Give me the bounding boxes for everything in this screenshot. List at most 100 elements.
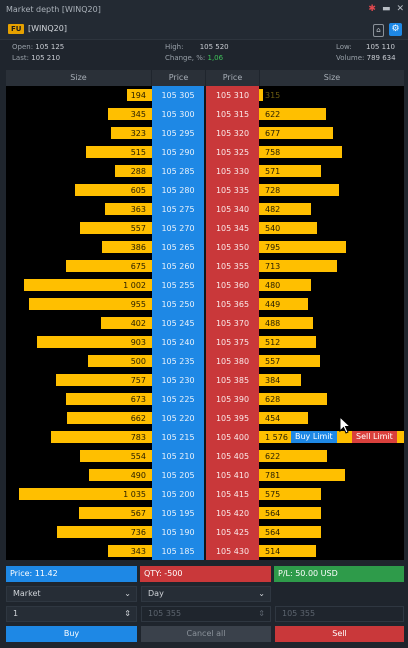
ask-size-cell[interactable]: 564 bbox=[265, 523, 365, 542]
bid-price-cell[interactable]: 105 300 bbox=[152, 105, 204, 124]
ask-price-cell[interactable]: 105 400 bbox=[206, 428, 259, 447]
bid-size-cell[interactable]: 736 bbox=[6, 523, 146, 542]
ask-size-cell[interactable]: 622 bbox=[265, 105, 365, 124]
ask-size-cell[interactable]: 677 bbox=[265, 124, 365, 143]
ask-price-cell[interactable]: 105 315 bbox=[206, 105, 259, 124]
ask-price-cell[interactable]: 105 310 bbox=[206, 86, 259, 105]
ask-price-cell[interactable]: 105 340 bbox=[206, 200, 259, 219]
ask-size-cell[interactable]: 628 bbox=[265, 390, 365, 409]
instrument-name[interactable]: [WINQ20] bbox=[28, 24, 67, 33]
bid-size-cell[interactable]: 386 bbox=[6, 238, 146, 257]
bid-price-cell[interactable]: 105 230 bbox=[152, 371, 204, 390]
ask-price-cell[interactable]: 105 415 bbox=[206, 485, 259, 504]
ask-size-cell[interactable]: 540 bbox=[265, 219, 365, 238]
ask-size-cell[interactable]: 781 bbox=[265, 466, 365, 485]
ask-price-cell[interactable]: 105 370 bbox=[206, 314, 259, 333]
ask-size-cell[interactable]: 480 bbox=[265, 276, 365, 295]
time-in-force-select[interactable]: Day ⌄ bbox=[141, 586, 271, 602]
bid-price-cell[interactable]: 105 205 bbox=[152, 466, 204, 485]
ask-price-cell[interactable]: 105 430 bbox=[206, 542, 259, 560]
bid-price-cell[interactable]: 105 235 bbox=[152, 352, 204, 371]
bid-size-cell[interactable]: 490 bbox=[6, 466, 146, 485]
ask-size-cell[interactable]: 622 bbox=[265, 447, 365, 466]
bid-size-cell[interactable]: 363 bbox=[6, 200, 146, 219]
bid-size-cell[interactable]: 605 bbox=[6, 181, 146, 200]
bid-size-cell[interactable]: 783 bbox=[6, 428, 146, 447]
mouse-trading-icon[interactable]: ⌂ bbox=[373, 24, 384, 37]
ask-price-cell[interactable]: 105 350 bbox=[206, 238, 259, 257]
bid-size-cell[interactable]: 675 bbox=[6, 257, 146, 276]
bid-price-cell[interactable]: 105 280 bbox=[152, 181, 204, 200]
ask-size-cell[interactable]: 514 bbox=[265, 542, 365, 560]
ask-size-cell[interactable]: 557 bbox=[265, 352, 365, 371]
ask-size-cell[interactable]: 571 bbox=[265, 162, 365, 181]
ask-price-cell[interactable]: 105 375 bbox=[206, 333, 259, 352]
ask-price-cell[interactable]: 105 320 bbox=[206, 124, 259, 143]
bid-price-cell[interactable]: 105 270 bbox=[152, 219, 204, 238]
buy-button[interactable]: Buy bbox=[6, 626, 137, 642]
bid-size-cell[interactable]: 903 bbox=[6, 333, 146, 352]
bid-price-cell[interactable]: 105 290 bbox=[152, 143, 204, 162]
bid-size-cell[interactable]: 402 bbox=[6, 314, 146, 333]
bid-size-cell[interactable]: 554 bbox=[6, 447, 146, 466]
ask-size-cell[interactable]: 575 bbox=[265, 485, 365, 504]
bid-size-cell[interactable]: 567 bbox=[6, 504, 146, 523]
ask-size-cell[interactable]: 384 bbox=[265, 371, 365, 390]
ask-size-cell[interactable]: 488 bbox=[265, 314, 365, 333]
bid-size-cell[interactable]: 515 bbox=[6, 143, 146, 162]
bid-price-cell[interactable]: 105 265 bbox=[152, 238, 204, 257]
bid-size-cell[interactable]: 557 bbox=[6, 219, 146, 238]
ask-price-cell[interactable]: 105 405 bbox=[206, 447, 259, 466]
bid-price-cell[interactable]: 105 275 bbox=[152, 200, 204, 219]
ask-size-cell[interactable]: 728 bbox=[265, 181, 365, 200]
ask-size-cell[interactable]: 482 bbox=[265, 200, 365, 219]
bid-size-cell[interactable]: 194 bbox=[6, 86, 146, 105]
close-icon[interactable]: ✕ bbox=[396, 4, 404, 14]
ask-price-cell[interactable]: 105 390 bbox=[206, 390, 259, 409]
ask-price-cell[interactable]: 105 345 bbox=[206, 219, 259, 238]
ask-price-cell[interactable]: 105 335 bbox=[206, 181, 259, 200]
bid-size-cell[interactable]: 673 bbox=[6, 390, 146, 409]
bid-price-cell[interactable]: 105 215 bbox=[152, 428, 204, 447]
bid-price-cell[interactable]: 105 255 bbox=[152, 276, 204, 295]
ask-size-cell[interactable]: 795 bbox=[265, 238, 365, 257]
bid-price-cell[interactable]: 105 240 bbox=[152, 333, 204, 352]
bug-icon[interactable]: ✱ bbox=[368, 4, 376, 14]
ask-price-cell[interactable]: 105 420 bbox=[206, 504, 259, 523]
minimize-icon[interactable]: ▬ bbox=[382, 4, 391, 14]
stepper-arrows-icon[interactable]: ⇕ bbox=[124, 607, 131, 621]
bid-size-cell[interactable]: 343 bbox=[6, 542, 146, 560]
bid-size-cell[interactable]: 757 bbox=[6, 371, 146, 390]
stop-price-field[interactable]: 105 355 bbox=[275, 606, 404, 622]
bid-size-cell[interactable]: 955 bbox=[6, 295, 146, 314]
bid-size-cell[interactable]: 500 bbox=[6, 352, 146, 371]
bid-price-cell[interactable]: 105 195 bbox=[152, 504, 204, 523]
bid-price-cell[interactable]: 105 250 bbox=[152, 295, 204, 314]
bid-price-cell[interactable]: 105 305 bbox=[152, 86, 204, 105]
buy-limit-tag[interactable]: Buy Limit bbox=[291, 431, 337, 443]
ask-price-cell[interactable]: 105 380 bbox=[206, 352, 259, 371]
sell-limit-tag[interactable]: Sell Limit bbox=[352, 431, 397, 443]
ask-price-cell[interactable]: 105 385 bbox=[206, 371, 259, 390]
settings-icon[interactable]: ⚙ bbox=[389, 23, 402, 36]
bid-price-cell[interactable]: 105 260 bbox=[152, 257, 204, 276]
order-type-select[interactable]: Market ⌄ bbox=[6, 586, 137, 602]
ask-price-cell[interactable]: 105 410 bbox=[206, 466, 259, 485]
ask-size-cell[interactable]: 758 bbox=[265, 143, 365, 162]
bid-price-cell[interactable]: 105 225 bbox=[152, 390, 204, 409]
bid-price-cell[interactable]: 105 220 bbox=[152, 409, 204, 428]
bid-size-cell[interactable]: 323 bbox=[6, 124, 146, 143]
bid-size-cell[interactable]: 1 035 bbox=[6, 485, 146, 504]
bid-size-cell[interactable]: 345 bbox=[6, 105, 146, 124]
bid-size-cell[interactable]: 288 bbox=[6, 162, 146, 181]
cancel-all-button[interactable]: Cancel all bbox=[141, 626, 271, 642]
bid-price-cell[interactable]: 105 295 bbox=[152, 124, 204, 143]
ask-price-cell[interactable]: 105 360 bbox=[206, 276, 259, 295]
bid-price-cell[interactable]: 105 245 bbox=[152, 314, 204, 333]
ask-size-cell[interactable]: 512 bbox=[265, 333, 365, 352]
bid-price-cell[interactable]: 105 285 bbox=[152, 162, 204, 181]
ask-price-cell[interactable]: 105 365 bbox=[206, 295, 259, 314]
limit-price-field[interactable]: 105 355 ⇕ bbox=[141, 606, 271, 622]
quantity-stepper[interactable]: 1 ⇕ bbox=[6, 606, 137, 622]
bid-price-cell[interactable]: 105 185 bbox=[152, 542, 204, 560]
